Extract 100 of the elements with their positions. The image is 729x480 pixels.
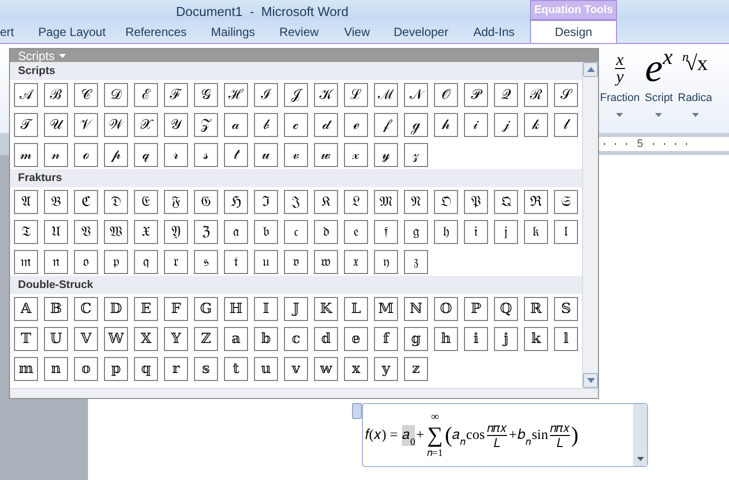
symbol-cell[interactable]: 𝓅 xyxy=(104,143,128,167)
ribbon-tab[interactable]: Mailings xyxy=(198,20,268,43)
symbol-cell[interactable]: 𝔉 xyxy=(164,190,188,214)
symbol-cell[interactable]: ℕ xyxy=(404,297,428,321)
symbol-cell[interactable]: 𝒳 xyxy=(134,113,158,137)
ribbon-tab[interactable]: References xyxy=(114,20,198,43)
symbol-cell[interactable]: 𝕊 xyxy=(554,297,578,321)
symbol-cell[interactable]: 𝔰 xyxy=(194,250,218,274)
symbol-cell[interactable]: 𝒲 xyxy=(104,113,128,137)
symbol-cell[interactable]: 𝓂 xyxy=(14,143,38,167)
symbol-cell[interactable]: 𝕣 xyxy=(164,357,188,381)
symbol-cell[interactable]: 𝔊 xyxy=(194,190,218,214)
symbol-cell[interactable]: 𝕒 xyxy=(224,327,248,351)
symbol-cell[interactable]: 𝔴 xyxy=(314,250,338,274)
symbol-cell[interactable]: 𝓃 xyxy=(44,143,68,167)
symbol-cell[interactable]: 𝔒 xyxy=(434,190,458,214)
symbol-cell[interactable]: 𝔠 xyxy=(284,220,308,244)
symbol-cell[interactable]: 𝕎 xyxy=(104,327,128,351)
symbol-cell[interactable]: 𝓌 xyxy=(314,143,338,167)
symbol-cell[interactable]: 𝔷 xyxy=(404,250,428,274)
symbol-cell[interactable]: 𝔍 xyxy=(284,190,308,214)
symbol-cell[interactable]: 𝕌 xyxy=(44,327,68,351)
symbol-cell[interactable]: 𝓍 xyxy=(344,143,368,167)
symbol-cell[interactable]: 𝔑 xyxy=(404,190,428,214)
symbol-cell[interactable]: 𝔏 xyxy=(344,190,368,214)
symbol-cell[interactable]: 𝔈 xyxy=(134,190,158,214)
symbol-cell[interactable]: 𝔾 xyxy=(194,297,218,321)
symbol-cell[interactable]: 𝔥 xyxy=(434,220,458,244)
symbol-cell[interactable]: 𝕧 xyxy=(284,357,308,381)
symbol-cell[interactable]: 𝔇 xyxy=(104,190,128,214)
symbol-cell[interactable]: 𝒷 xyxy=(254,113,278,137)
symbol-cell[interactable]: 𝔼 xyxy=(134,297,158,321)
symbol-cell[interactable]: 𝕩 xyxy=(344,357,368,381)
symbol-cell[interactable]: 𝕚 xyxy=(464,327,488,351)
symbol-cell[interactable]: 𝔬 xyxy=(74,250,98,274)
symbol-cell[interactable]: 𝔵 xyxy=(344,250,368,274)
symbol-cell[interactable]: 𝕜 xyxy=(524,327,548,351)
symbol-cell[interactable]: 𝔽 xyxy=(164,297,188,321)
symbol-cell[interactable]: 𝒩 xyxy=(404,83,428,107)
ribbon-tab[interactable]: Design xyxy=(530,20,617,43)
ribbon-fraction-button[interactable]: x y Fraction xyxy=(600,46,640,106)
symbol-cell[interactable]: 𝕘 xyxy=(404,327,428,351)
symbol-cell[interactable]: 𝒽 xyxy=(434,113,458,137)
symbol-cell[interactable]: ℱ xyxy=(164,83,188,107)
scroll-down-button[interactable] xyxy=(583,373,598,388)
symbol-cell[interactable]: ℐ xyxy=(254,83,278,107)
symbol-cell[interactable]: 𝓀 xyxy=(524,113,548,137)
symbol-cell[interactable]: 𝔅 xyxy=(44,190,68,214)
symbol-cell[interactable]: 𝕍 xyxy=(74,327,98,351)
symbol-cell[interactable]: ℚ xyxy=(494,297,518,321)
symbol-cell[interactable]: ℨ xyxy=(194,220,218,244)
symbol-cell[interactable]: 𝕝 xyxy=(554,327,578,351)
symbol-cell[interactable]: 𝒜 xyxy=(14,83,38,107)
symbol-cell[interactable]: 𝔩 xyxy=(554,220,578,244)
symbol-cell[interactable]: 𝔸 xyxy=(14,297,38,321)
symbol-cell[interactable]: 𝕠 xyxy=(74,357,98,381)
symbol-cell[interactable]: 𝕄 xyxy=(374,297,398,321)
symbol-cell[interactable]: 𝔳 xyxy=(284,250,308,274)
symbol-cell[interactable]: 𝔢 xyxy=(344,220,368,244)
symbol-cell[interactable]: 𝒟 xyxy=(104,83,128,107)
symbol-cell[interactable]: 𝓉 xyxy=(224,143,248,167)
symbol-cell[interactable]: 𝒴 xyxy=(164,113,188,137)
scrollbar[interactable] xyxy=(582,62,598,388)
symbol-cell[interactable]: ℭ xyxy=(74,190,98,214)
symbol-cell[interactable]: 𝒵 xyxy=(194,113,218,137)
ribbon-tab[interactable]: View xyxy=(330,20,384,43)
symbol-cell[interactable]: 𝓆 xyxy=(134,143,158,167)
symbol-cell[interactable]: 𝕏 xyxy=(134,327,158,351)
symbol-cell[interactable]: 𝕟 xyxy=(44,357,68,381)
symbol-cell[interactable]: 𝔶 xyxy=(374,250,398,274)
symbol-cell[interactable]: 𝔫 xyxy=(44,250,68,274)
symbol-cell[interactable]: 𝔲 xyxy=(254,250,278,274)
symbol-cell[interactable]: 𝔖 xyxy=(554,190,578,214)
symbol-cell[interactable]: 𝕢 xyxy=(134,357,158,381)
symbol-cell[interactable]: 𝒢 xyxy=(194,83,218,107)
symbol-cell[interactable]: 𝔗 xyxy=(14,220,38,244)
equation-handle[interactable] xyxy=(352,403,362,419)
symbol-cell[interactable]: 𝕐 xyxy=(164,327,188,351)
symbol-cell[interactable]: 𝕖 xyxy=(344,327,368,351)
symbol-cell[interactable]: 𝕨 xyxy=(314,357,338,381)
symbol-cell[interactable]: 𝔔 xyxy=(494,190,518,214)
symbol-cell[interactable]: 𝔡 xyxy=(314,220,338,244)
symbol-cell[interactable]: 𝒪 xyxy=(434,83,458,107)
dropdown-arrow-icon[interactable] xyxy=(636,457,644,461)
symbol-cell[interactable]: 𝔓 xyxy=(464,190,488,214)
ribbon-tab[interactable]: Add-Ins xyxy=(458,20,530,43)
symbol-cell[interactable]: 𝒥 xyxy=(284,83,308,107)
symbol-cell[interactable]: 𝕕 xyxy=(314,327,338,351)
symbol-cell[interactable]: 𝕔 xyxy=(284,327,308,351)
symbol-cell[interactable]: 𝕤 xyxy=(194,357,218,381)
ribbon-tab[interactable]: Review xyxy=(268,20,330,43)
symbol-cell[interactable]: 𝕃 xyxy=(344,297,368,321)
symbol-cell[interactable]: ℰ xyxy=(134,83,158,107)
symbol-cell[interactable]: 𝒸 xyxy=(284,113,308,137)
symbol-cell[interactable]: 𝔙 xyxy=(74,220,98,244)
symbol-cell[interactable]: 𝒻 xyxy=(374,113,398,137)
symbol-cell[interactable]: 𝕀 xyxy=(254,297,278,321)
symbol-cell[interactable]: 𝓊 xyxy=(254,143,278,167)
symbol-cell[interactable]: ℋ xyxy=(224,83,248,107)
symbol-cell[interactable]: 𝔱 xyxy=(224,250,248,274)
